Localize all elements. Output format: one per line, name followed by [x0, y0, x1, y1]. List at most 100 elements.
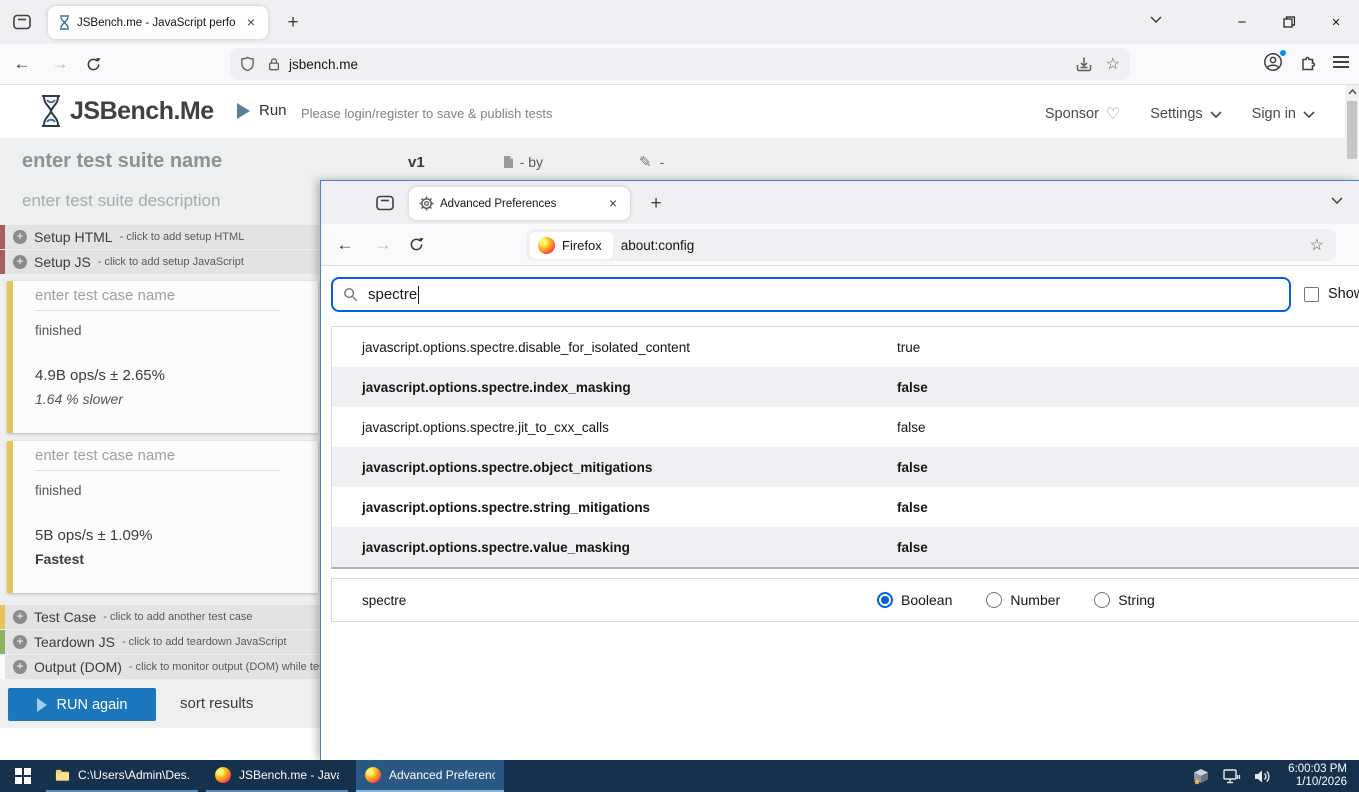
shield-icon[interactable] — [240, 56, 255, 72]
checkbox-icon[interactable] — [1304, 287, 1319, 302]
radio-icon[interactable] — [1094, 592, 1110, 608]
navigation-bar: ← → jsbench.me ☆ — [0, 44, 1359, 85]
volume-tray-icon[interactable] — [1254, 769, 1271, 784]
suite-description-input[interactable]: enter test suite description — [22, 191, 220, 211]
save-page-icon[interactable] — [1076, 56, 1092, 72]
play-icon — [37, 698, 47, 712]
test-case-name-input[interactable]: enter test case name — [35, 287, 280, 311]
taskbar-item-advanced-preferences[interactable]: Advanced Preferenc... — [356, 760, 504, 792]
suite-bar: enter test suite name v1 - by ✎ - — [0, 138, 1345, 185]
pref-row[interactable]: javascript.options.spectre.disable_for_i… — [332, 327, 1359, 367]
add-test-case-row[interactable]: + Test Case - click to add another test … — [0, 605, 319, 629]
radio-boolean[interactable]: Boolean — [877, 592, 952, 608]
taskbar-item-explorer[interactable]: C:\Users\Admin\Des... — [46, 760, 198, 792]
radio-number[interactable]: Number — [986, 592, 1060, 608]
radio-string[interactable]: String — [1094, 592, 1155, 608]
setup-js-row[interactable]: + Setup JS - click to add setup JavaScri… — [0, 250, 319, 274]
jsbench-logo[interactable]: JSBench.Me — [38, 94, 214, 128]
test-case-card-1[interactable]: enter test case name finished 4.9B ops/s… — [7, 281, 318, 433]
list-tabs-chevron-icon[interactable] — [1331, 197, 1343, 204]
reload-icon[interactable] — [409, 237, 424, 252]
firefox-view-icon[interactable] — [8, 9, 36, 35]
url-bar[interactable]: Firefox about:config ☆ — [526, 229, 1336, 261]
back-icon[interactable]: ← — [331, 235, 359, 255]
play-icon — [237, 103, 250, 119]
add-pref-row: spectre Boolean Number String — [331, 578, 1359, 622]
browser-window-config: Advanced Preferences × + ← → Firefox abo… — [320, 180, 1359, 760]
output-dom-row[interactable]: + Output (DOM) - click to monitor output… — [0, 655, 319, 679]
search-icon — [343, 287, 358, 302]
close-window-button[interactable]: × — [1325, 12, 1347, 32]
network-tray-icon[interactable] — [1223, 769, 1241, 784]
test-suite-sidebar: enter test suite description + Setup HTM… — [0, 185, 320, 728]
radio-icon[interactable] — [877, 592, 893, 608]
test-case-note: Fastest — [35, 551, 84, 567]
bookmark-star-icon[interactable]: ☆ — [1106, 54, 1120, 74]
radio-icon[interactable] — [986, 592, 1002, 608]
pref-row[interactable]: javascript.options.spectre.string_mitiga… — [332, 487, 1359, 527]
setup-html-row[interactable]: + Setup HTML - click to add setup HTML — [0, 225, 319, 249]
close-tab-icon[interactable]: × — [242, 14, 260, 32]
run-button[interactable]: Run — [237, 102, 287, 119]
forward-icon[interactable]: → — [369, 235, 397, 255]
plus-circle-icon: + — [13, 635, 27, 649]
clock[interactable]: 6:00:03 PM 1/10/2026 — [1284, 763, 1347, 790]
firefox-view-icon[interactable] — [371, 190, 399, 216]
scroll-up-icon[interactable] — [1348, 89, 1357, 95]
firefox-logo-icon — [538, 237, 555, 254]
minimize-button[interactable]: − — [1231, 12, 1253, 32]
show-only-modified-checkbox[interactable]: Show — [1304, 286, 1359, 302]
tab-bar: Advanced Preferences × + — [321, 181, 1359, 224]
close-tab-icon[interactable]: × — [604, 195, 622, 213]
firefox-chip: Firefox — [530, 232, 613, 259]
test-case-ops: 5B ops/s ± 1.09% — [35, 527, 152, 544]
sponsor-link[interactable]: Sponsor ♡ — [1045, 104, 1120, 124]
teardown-js-row[interactable]: + Teardown JS - click to add teardown Ja… — [0, 630, 319, 654]
account-icon[interactable] — [1263, 52, 1283, 72]
suite-by: - by — [520, 154, 543, 170]
list-tabs-chevron-icon[interactable] — [1150, 16, 1162, 23]
about-config-page: spectre Show javascript.options.spectre.… — [321, 266, 1359, 759]
pref-row[interactable]: javascript.options.spectre.value_masking… — [332, 527, 1359, 567]
config-search-input[interactable]: spectre — [331, 277, 1291, 312]
signin-menu[interactable]: Sign in — [1252, 106, 1315, 122]
url-bar[interactable]: jsbench.me ☆ — [230, 48, 1130, 80]
tab-title: Advanced Preferences — [440, 198, 598, 210]
jsbench-favicon — [58, 15, 71, 30]
suite-version: v1 — [408, 154, 425, 171]
hourglass-logo-icon — [38, 94, 64, 128]
new-tab-button[interactable]: + — [643, 191, 669, 217]
tab-jsbench[interactable]: JSBench.me - JavaScript perform × — [48, 6, 268, 39]
taskbar: C:\Users\Admin\Des... JSBench.me - JavaS… — [0, 760, 1359, 792]
settings-menu[interactable]: Settings — [1150, 106, 1221, 122]
back-icon[interactable]: ← — [8, 54, 36, 74]
firefox-logo-icon — [365, 767, 381, 783]
menu-hamburger-icon[interactable] — [1333, 53, 1349, 71]
run-again-button[interactable]: RUN again — [8, 688, 156, 721]
new-tab-button[interactable]: + — [280, 10, 306, 36]
tab-advanced-preferences[interactable]: Advanced Preferences × — [409, 187, 630, 220]
pref-row[interactable]: javascript.options.spectre.jit_to_cxx_ca… — [332, 407, 1359, 447]
folder-icon — [55, 768, 70, 782]
pref-row[interactable]: javascript.options.spectre.object_mitiga… — [332, 447, 1359, 487]
add-pref-name: spectre — [332, 593, 877, 608]
bookmark-star-icon[interactable]: ☆ — [1310, 235, 1324, 255]
suite-name-input[interactable]: enter test suite name — [22, 150, 222, 173]
pref-row[interactable]: javascript.options.spectre.index_masking… — [332, 367, 1359, 407]
test-case-status: finished — [35, 323, 82, 338]
lock-icon[interactable] — [267, 56, 281, 72]
tab-bar: JSBench.me - JavaScript perform × + − × — [0, 0, 1359, 44]
virtualbox-tray-icon[interactable] — [1192, 768, 1210, 785]
sort-results-link[interactable]: sort results — [180, 695, 253, 712]
taskbar-item-jsbench[interactable]: JSBench.me - JavaS... — [206, 760, 348, 792]
extensions-puzzle-icon[interactable] — [1299, 53, 1317, 71]
test-case-name-input[interactable]: enter test case name — [35, 447, 280, 471]
restore-button[interactable] — [1278, 12, 1300, 32]
system-tray: 6:00:03 PM 1/10/2026 — [1192, 760, 1359, 792]
forward-icon[interactable]: → — [46, 54, 74, 74]
test-case-card-2[interactable]: enter test case name finished 5B ops/s ±… — [7, 441, 318, 593]
scrollbar-thumb[interactable] — [1347, 101, 1357, 159]
reload-icon[interactable] — [86, 57, 101, 72]
pref-type-radio-group: Boolean Number String — [877, 592, 1155, 608]
start-button[interactable] — [0, 760, 46, 792]
